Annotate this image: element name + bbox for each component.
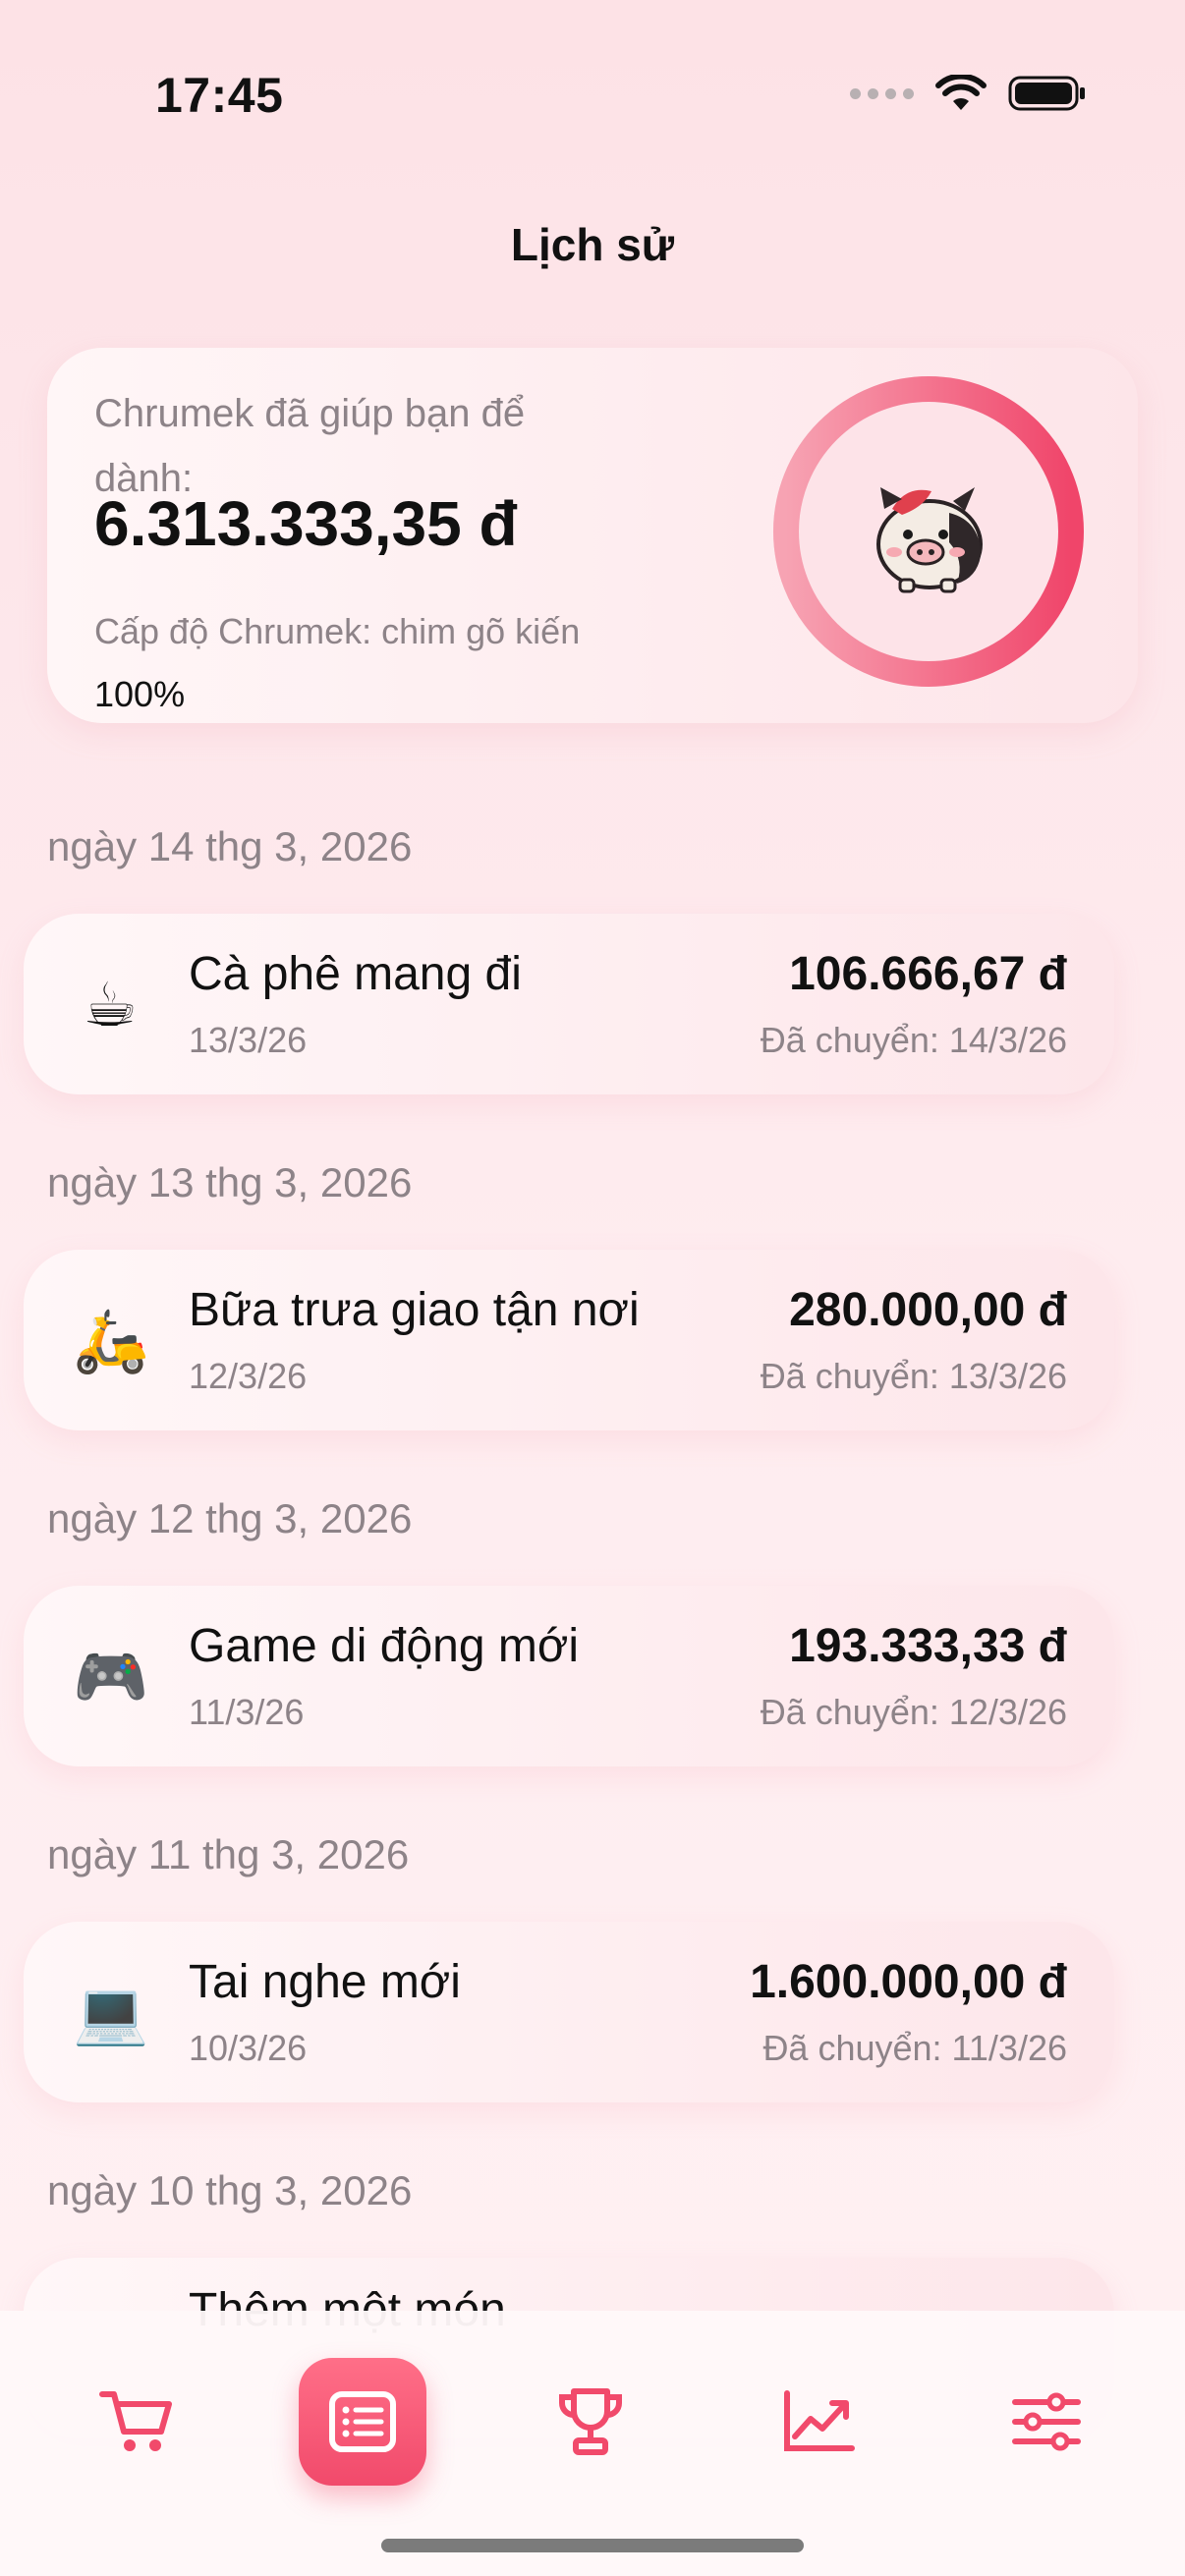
level-progress-ring [770, 373, 1087, 690]
status-icons [850, 75, 1087, 112]
entry-amount: 193.333,33 đ [789, 1620, 1067, 1672]
entry-date: 11/3/26 [189, 1692, 305, 1732]
home-indicator [381, 2539, 804, 2552]
coffee-icon: ☕ [83, 972, 138, 1039]
savings-summary-card: Chrumek đã giúp bạn để dành: 6.313.333,3… [47, 348, 1138, 723]
entry-amount: 106.666,67 đ [789, 948, 1067, 1000]
date-header: ngày 12 thg 3, 2026 [47, 1495, 413, 1541]
entry-title: Tai nghe mới [189, 1956, 461, 2008]
sliders-icon [1012, 2392, 1081, 2451]
date-header: ngày 11 thg 3, 2026 [47, 1831, 410, 1877]
entry-transfer-date: Đã chuyển: 11/3/26 [762, 2028, 1067, 2068]
status-time: 17:45 [155, 68, 284, 123]
tab-settings[interactable] [983, 2358, 1110, 2486]
wifi-icon [935, 75, 987, 110]
scooter-icon: 🛵 [73, 1308, 149, 1375]
entry-amount: 280.000,00 đ [789, 1284, 1067, 1336]
entry-title: Game di động mới [189, 1620, 579, 1672]
date-header: ngày 10 thg 3, 2026 [47, 2167, 413, 2213]
laptop-icon: 💻 [73, 1980, 149, 2047]
saved-amount: 6.313.333,35 đ [94, 488, 518, 559]
tab-history[interactable] [299, 2358, 426, 2486]
history-entry[interactable]: 🛵 Bữa trưa giao tận nơi 12/3/26 280.000,… [24, 1250, 1114, 1430]
entry-transfer-date: Đã chuyển: 13/3/26 [760, 1356, 1067, 1396]
entry-amount: 1.600.000,00 đ [750, 1956, 1067, 2008]
mascot-level-label: Cấp độ Chrumek: chim gõ kiến [94, 611, 581, 651]
cart-icon [99, 2391, 172, 2451]
entry-date: 10/3/26 [189, 2028, 308, 2068]
entry-title: Cà phê mang đi [189, 948, 522, 1000]
tab-achievements[interactable] [527, 2358, 654, 2486]
pig-mascot-icon [876, 487, 983, 593]
gamepad-icon: 🎮 [73, 1644, 149, 1711]
battery-icon [1008, 76, 1085, 111]
tab-bar [0, 2311, 1185, 2576]
cellular-signal-icon [850, 87, 914, 99]
date-header: ngày 14 thg 3, 2026 [47, 823, 413, 869]
tab-stats[interactable] [755, 2358, 882, 2486]
entry-date: 13/3/26 [189, 1020, 308, 1060]
list-icon [329, 2391, 396, 2452]
entry-transfer-date: Đã chuyển: 14/3/26 [760, 1020, 1067, 1060]
chart-icon [784, 2390, 855, 2451]
history-entry[interactable]: ☕ Cà phê mang đi 13/3/26 106.666,67 đ Đã… [24, 914, 1114, 1094]
history-entry[interactable]: 💻 Tai nghe mới 10/3/26 1.600.000,00 đ Đã… [24, 1922, 1114, 2102]
trophy-icon [559, 2388, 622, 2455]
date-header: ngày 13 thg 3, 2026 [47, 1159, 413, 1205]
tab-cart[interactable] [73, 2358, 200, 2486]
page-title: Lịch sử [510, 219, 675, 270]
level-percent: 100% [94, 674, 186, 714]
entry-transfer-date: Đã chuyển: 12/3/26 [760, 1692, 1067, 1732]
status-bar: 17:45 [0, 0, 1185, 196]
entry-title: Bữa trưa giao tận nơi [189, 1284, 640, 1336]
entry-date: 12/3/26 [189, 1356, 308, 1396]
history-entry[interactable]: 🎮 Game di động mới 11/3/26 193.333,33 đ … [24, 1586, 1114, 1766]
